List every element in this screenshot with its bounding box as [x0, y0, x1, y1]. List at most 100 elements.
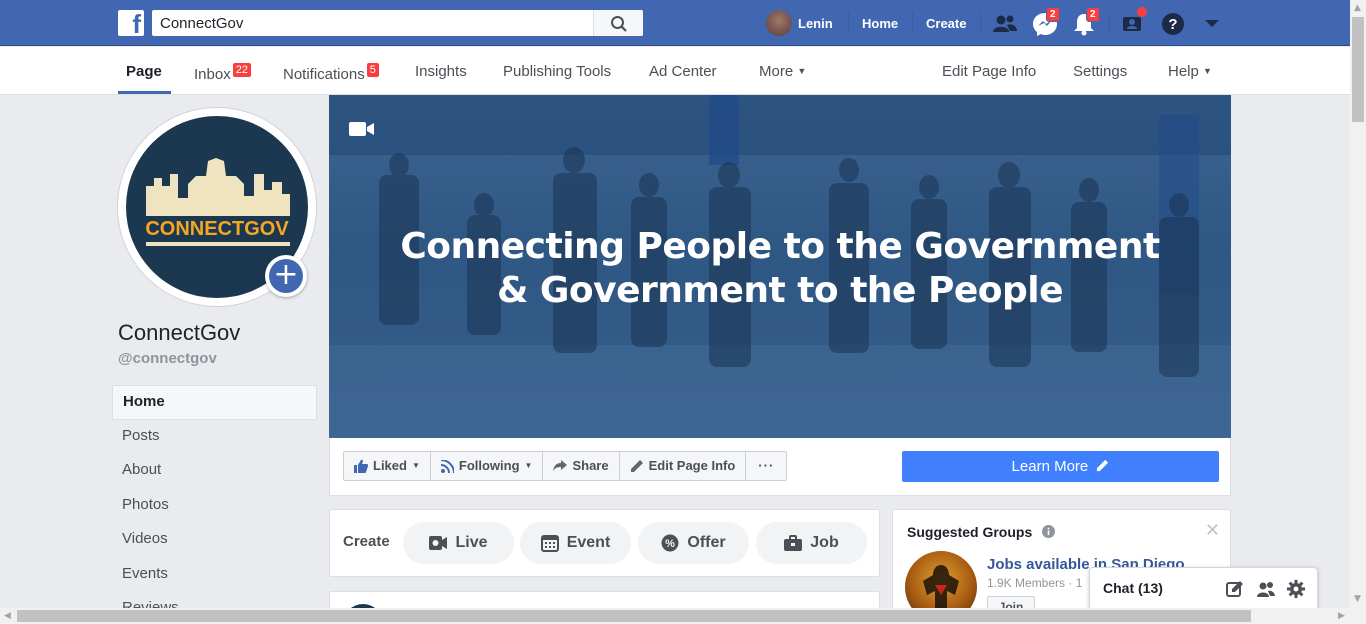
tab-help[interactable]: Help ▼ [1168, 63, 1212, 80]
edit-page-info-button[interactable]: Edit Page Info [620, 452, 747, 480]
tab-insights[interactable]: Insights [415, 63, 467, 80]
tab-notifications[interactable]: Notifications 5 [283, 63, 379, 83]
tab-more-label: More [759, 63, 794, 80]
search-input[interactable] [152, 10, 592, 36]
suggested-groups-title-text: Suggested Groups [907, 524, 1033, 540]
notifications-icon[interactable]: 2 [1071, 7, 1100, 37]
new-group-icon[interactable] [1256, 580, 1276, 598]
scroll-left-arrow-icon[interactable]: ◀ [4, 611, 11, 621]
profile-link[interactable]: Lenin [766, 0, 833, 46]
logo-text: CONNECTGOV [145, 218, 289, 240]
create-label: Create [926, 15, 967, 31]
learn-more-button[interactable]: Learn More [902, 451, 1219, 482]
tab-ad-center[interactable]: Ad Center [649, 63, 717, 80]
inbox-badge: 22 [232, 63, 251, 77]
live-video-icon [429, 536, 448, 550]
home-link[interactable]: Home [862, 0, 898, 46]
tab-more[interactable]: More ▼ [759, 63, 806, 80]
live-label: Live [455, 534, 488, 551]
gear-icon[interactable] [1287, 580, 1305, 598]
thumbs-up-icon [354, 459, 368, 473]
liked-label: Liked [373, 458, 407, 473]
search-icon [611, 16, 627, 32]
following-button[interactable]: Following ▼ [431, 452, 544, 480]
vertical-scrollbar[interactable]: ▲ ▼ [1350, 0, 1366, 608]
create-job-button[interactable]: Job [756, 522, 867, 564]
messenger-badge: 2 [1046, 7, 1060, 22]
top-bar: f Lenin Home Create 2 2 ? [0, 0, 1350, 46]
leftnav-item-about[interactable]: About [112, 454, 317, 489]
divider [980, 13, 981, 33]
leftnav-item-home[interactable]: Home [112, 385, 317, 420]
compose-icon[interactable] [1226, 580, 1244, 598]
video-camera-icon[interactable] [349, 120, 375, 141]
create-post-card: Create Live Event % Offer Job [329, 509, 880, 577]
messenger-icon[interactable]: 2 [1032, 7, 1060, 37]
page-actions-group: Liked ▼ Following ▼ Share Edit Page Info… [343, 451, 788, 481]
create-link[interactable]: Create [926, 0, 966, 46]
chevron-down-icon: ▼ [411, 461, 420, 470]
page-title: ConnectGov [118, 320, 241, 345]
horizontal-scroll-thumb[interactable] [17, 610, 1251, 622]
page-switch-dot [1137, 7, 1147, 17]
suggested-groups-title: Suggested Groups [907, 524, 1056, 540]
info-icon[interactable] [1042, 525, 1056, 538]
learn-more-label: Learn More [1011, 458, 1089, 475]
notifications-badge: 2 [1086, 7, 1100, 22]
tab-inbox[interactable]: Inbox 22 [194, 63, 251, 83]
tab-settings[interactable]: Settings [1073, 63, 1127, 80]
leftnav-item-events[interactable]: Events [112, 558, 317, 593]
tab-publishing-tools[interactable]: Publishing Tools [503, 63, 611, 80]
create-event-button[interactable]: Event [520, 522, 631, 564]
add-photo-button[interactable]: + [265, 255, 307, 297]
scroll-down-arrow-icon[interactable]: ▼ [1354, 594, 1361, 604]
chevron-down-icon: ▼ [797, 66, 807, 76]
home-label: Home [862, 15, 899, 31]
tab-edit-page-info[interactable]: Edit Page Info [942, 63, 1036, 80]
vertical-scroll-thumb[interactable] [1352, 17, 1364, 122]
calendar-icon [540, 535, 559, 552]
divider [1109, 13, 1110, 33]
friend-requests-icon[interactable] [992, 11, 1018, 37]
tab-inbox-label: Inbox [194, 66, 231, 83]
page-switch-icon[interactable] [1121, 7, 1147, 37]
create-offer-button[interactable]: % Offer [638, 522, 749, 564]
help-icon[interactable]: ? [1160, 11, 1186, 37]
facebook-logo-icon[interactable]: f [118, 9, 144, 39]
close-icon[interactable]: ✕ [1205, 520, 1220, 541]
share-arrow-icon [553, 460, 568, 471]
offer-badge-icon: % [661, 534, 679, 552]
leftnav-item-videos[interactable]: Videos [112, 523, 317, 558]
edit-page-info-label: Edit Page Info [648, 458, 736, 473]
chevron-down-icon: ▼ [1203, 66, 1212, 76]
share-button[interactable]: Share [543, 452, 620, 480]
scroll-up-arrow-icon[interactable]: ▲ [1354, 3, 1361, 13]
plus-icon: + [269, 259, 303, 293]
share-label: Share [572, 458, 609, 473]
page-handle[interactable]: @connectgov [118, 350, 217, 367]
event-label: Event [566, 534, 611, 551]
more-options-button[interactable]: ··· [746, 452, 786, 480]
account-menu-icon[interactable] [1203, 11, 1229, 37]
liked-button[interactable]: Liked ▼ [344, 452, 431, 480]
svg-text:?: ? [1168, 16, 1177, 33]
scroll-right-arrow-icon[interactable]: ▶ [1338, 611, 1345, 621]
cover-headline-line-1: Connecting People to the Government [400, 226, 1160, 267]
following-label: Following [458, 458, 520, 473]
search-button[interactable] [593, 10, 643, 36]
tab-notifications-label: Notifications [283, 66, 365, 83]
job-label: Job [810, 534, 839, 551]
more-dots-icon: ··· [758, 458, 775, 473]
group-meta: 1.9K Members · 1 [987, 576, 1083, 590]
svg-text:%: % [665, 538, 675, 550]
tab-page[interactable]: Page [126, 63, 162, 80]
cover-headline: Connecting People to the Government & Go… [329, 225, 1231, 313]
notifications-tab-badge: 5 [366, 63, 379, 77]
leftnav-item-posts[interactable]: Posts [112, 420, 317, 455]
chat-bar[interactable]: Chat (13) [1089, 567, 1318, 611]
create-live-button[interactable]: Live [403, 522, 514, 564]
horizontal-scrollbar[interactable]: ◀ ▶ [0, 608, 1366, 624]
pencil-icon [630, 460, 643, 472]
cover-photo[interactable]: Connecting People to the Government & Go… [329, 95, 1231, 438]
leftnav-item-photos[interactable]: Photos [112, 489, 317, 524]
